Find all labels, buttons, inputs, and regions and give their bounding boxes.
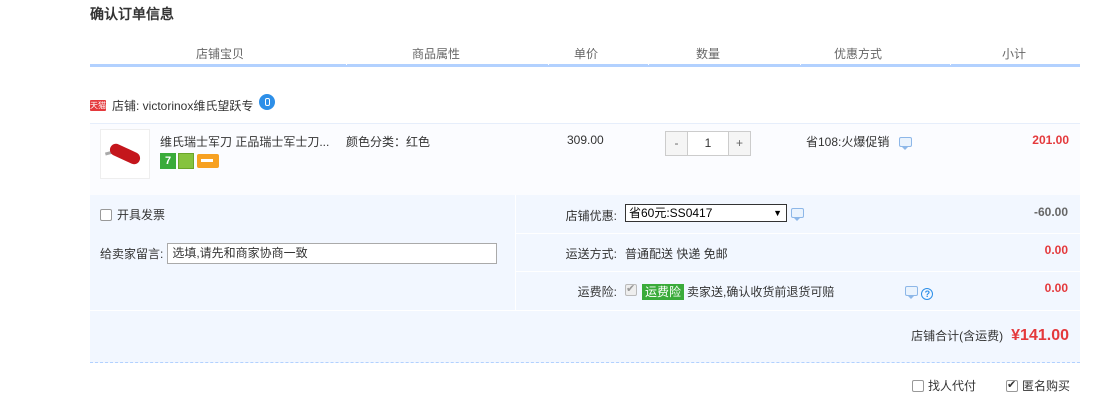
shop-name-link[interactable]: 店铺: victorinox维氏望跃专 bbox=[112, 97, 253, 114]
order-confirm-page: 确认订单信息 店铺宝贝 商品属性 单价 数量 优惠方式 小计 天猫 店铺: vi… bbox=[0, 0, 1097, 399]
shipping-method: 普通配送 快递 免邮 bbox=[625, 247, 728, 261]
col-shop-item: 店铺宝贝 bbox=[195, 47, 244, 61]
product-thumbnail[interactable] bbox=[100, 129, 150, 179]
col-quantity: 数量 bbox=[695, 47, 720, 61]
shop-total: 店铺合计(含运费) ¥141.00 bbox=[911, 327, 1069, 345]
shop-row: 天猫 店铺: victorinox维氏望跃专 bbox=[90, 94, 276, 115]
anonymous-checkbox[interactable] bbox=[1005, 378, 1018, 392]
proxy-pay-label: 找人代付 bbox=[927, 379, 976, 393]
shop-discount-selected: 省60元:SS0417 bbox=[629, 206, 713, 220]
item-subtotal: 201.00 bbox=[1032, 133, 1069, 147]
product-title-link[interactable]: 维氏瑞士军刀 正品瑞士军士刀... bbox=[160, 133, 335, 150]
col-unit-price: 单价 bbox=[573, 47, 598, 61]
insurance-label: 运费险: bbox=[577, 285, 617, 299]
memo-input[interactable]: 选填,请先和商家协商一致 bbox=[167, 243, 498, 264]
tmall-icon: 天猫 bbox=[90, 99, 106, 111]
product-attribute: 颜色分类：红色 bbox=[346, 135, 431, 149]
invoice-label: 开具发票 bbox=[117, 208, 166, 222]
page-title: 确认订单信息 bbox=[90, 6, 174, 22]
quantity-increase-button[interactable]: + bbox=[729, 132, 750, 155]
help-icon[interactable]: ? bbox=[921, 288, 934, 300]
shipping-label: 运送方式: bbox=[565, 247, 617, 261]
shop-discount-row: 店铺优惠: 省60元:SS0417 ▼ -60.00 bbox=[515, 195, 1080, 233]
order-options-panel: 开具发票 给卖家留言: 选填,请先和商家协商一致 店铺优惠: 省60元:SS04… bbox=[90, 195, 1080, 363]
unit-price: 309.00 bbox=[567, 133, 604, 147]
shop-total-label: 店铺合计(含运费) bbox=[911, 329, 1004, 343]
insurance-text: 运费险 卖家送,确认收货前退货可赔 bbox=[642, 283, 834, 300]
footer-options: 找人代付 匿名购买 bbox=[911, 377, 1070, 394]
shop-discount-amount: -60.00 bbox=[1033, 205, 1068, 219]
shipping-row: 运送方式: 普通配送 快递 免邮 0.00 bbox=[515, 233, 1080, 271]
anonymous-label: 匿名购买 bbox=[1021, 379, 1070, 393]
table-header: 店铺宝贝 商品属性 单价 数量 优惠方式 小计 bbox=[90, 41, 1080, 67]
order-item-row: 维氏瑞士军刀 正品瑞士军士刀... 7 颜色分类：红色 309.00 - 1 +… bbox=[90, 123, 1080, 195]
shop-discount-select[interactable]: 省60元:SS0417 ▼ bbox=[625, 204, 787, 222]
insurance-tag: 运费险 bbox=[642, 284, 685, 300]
quantity-input[interactable]: 1 bbox=[687, 132, 729, 155]
insurance-desc: 卖家送,确认收货前退货可赔 bbox=[687, 285, 835, 299]
chat-icon[interactable] bbox=[259, 94, 276, 110]
knife-body-shape bbox=[107, 141, 143, 167]
message-icon[interactable] bbox=[791, 208, 804, 221]
shop-discount-label: 店铺优惠: bbox=[565, 209, 617, 223]
message-icon[interactable] bbox=[898, 137, 912, 150]
seven-day-return-icon: 7 bbox=[160, 153, 176, 169]
shop-total-value: ¥141.00 bbox=[1011, 327, 1069, 344]
insurance-row: 运费险: 运费险卖家送,确认收货前退货可赔 ? 0.00 bbox=[515, 271, 1080, 309]
quantity-decrease-button[interactable]: - bbox=[666, 132, 687, 155]
invoice-checkbox[interactable] bbox=[100, 208, 112, 221]
promotion-label: 省108:火爆促销 bbox=[806, 135, 890, 149]
message-icon[interactable] bbox=[905, 286, 918, 299]
credit-card-icon bbox=[197, 154, 219, 168]
chevron-down-icon: ▼ bbox=[773, 208, 782, 218]
col-subtotal: 小计 bbox=[1001, 47, 1026, 61]
quantity-stepper: - 1 + bbox=[665, 131, 751, 156]
insurance-icons: ? bbox=[905, 284, 934, 300]
col-attributes: 商品属性 bbox=[411, 47, 460, 61]
service-badges: 7 bbox=[160, 153, 219, 169]
memo-label: 给卖家留言: bbox=[100, 247, 164, 261]
invoice-option[interactable]: 开具发票 bbox=[100, 206, 165, 223]
seller-message: 给卖家留言: 选填,请先和商家协商一致 bbox=[100, 243, 498, 264]
proxy-pay-checkbox[interactable] bbox=[911, 379, 924, 392]
promotion-text: 省108:火爆促销 bbox=[806, 133, 912, 150]
quality-guarantee-icon bbox=[178, 153, 194, 169]
proxy-pay-option[interactable]: 找人代付 bbox=[911, 377, 976, 394]
insurance-amount: 0.00 bbox=[1044, 281, 1068, 295]
col-discount: 优惠方式 bbox=[833, 47, 882, 61]
insurance-checkbox[interactable] bbox=[625, 282, 637, 296]
shipping-amount: 0.00 bbox=[1044, 243, 1068, 257]
anonymous-option[interactable]: 匿名购买 bbox=[1005, 377, 1070, 394]
